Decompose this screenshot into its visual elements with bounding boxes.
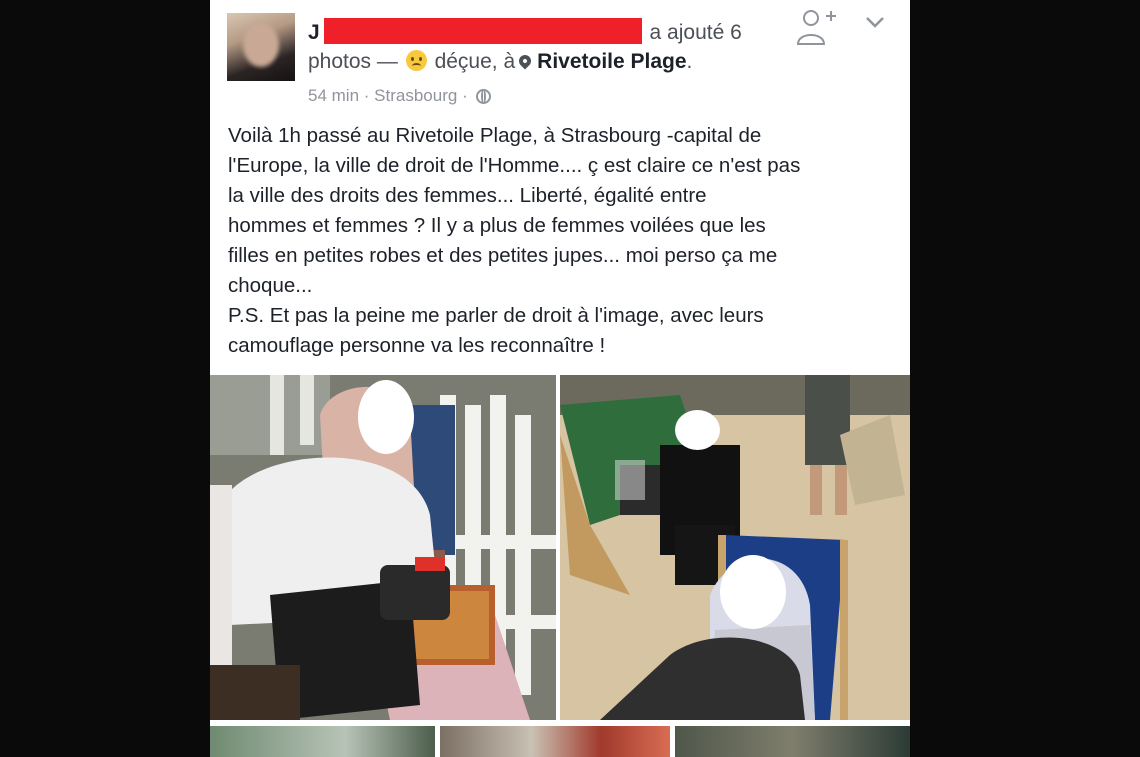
disappointed-face-icon [405,50,427,71]
face-blur [675,410,720,450]
post-action: a ajouté 6 [649,21,742,44]
post-text-line: l'Europe, la ville de droit de l'Homme..… [228,154,801,177]
post-photo-thumbnail[interactable] [440,726,670,757]
face-blur [720,555,786,629]
post-photo[interactable] [210,375,556,720]
post-photo-thumbnail[interactable] [210,726,435,757]
place-suffix: . [686,50,693,73]
post-header-line1: J a ajouté 6 [308,18,742,45]
post-text-line: filles en petites robes et des petites j… [228,244,778,267]
post-photo-thumbnail[interactable] [675,726,910,757]
avatar[interactable] [227,13,295,81]
map-pin-icon [516,52,534,70]
post-text-line: choque... [228,274,313,297]
chevron-down-icon[interactable] [862,12,888,32]
place-link[interactable]: Rivetoile Plage [537,50,686,73]
meta-separator: · [462,86,468,105]
feeling-label: déçue, à [434,50,516,73]
post-text-line: la ville des droits des femmes... Libert… [228,184,707,207]
redaction-bar [323,18,642,44]
post-text-line: Voilà 1h passé au Rivetoile Plage, à Str… [228,124,762,147]
author-name[interactable]: J [308,21,320,44]
post-time[interactable]: 54 min [308,86,359,105]
photo-scene [560,375,910,720]
post-header-line2: photos — déçue, à Rivetoile Plage. [308,50,692,74]
post-location[interactable]: Strasbourg [374,86,457,105]
globe-icon[interactable] [476,89,492,104]
blurred-face [243,23,279,67]
post-card: J a ajouté 6 photos — déçue, à Rivetoile … [210,0,910,757]
post-text-line: P.S. Et pas la peine me parler de droit … [228,304,764,327]
meta-separator: · [363,86,370,105]
post-text-line: hommes et femmes ? Il y a plus de femmes… [228,214,766,237]
post-body: Voilà 1h passé au Rivetoile Plage, à Str… [228,121,898,361]
add-friend-icon[interactable] [794,6,838,46]
post-photo[interactable] [560,375,910,720]
post-text-line: camouflage personne va les reconnaître ! [228,334,606,357]
post-action-cont: photos — [308,50,398,73]
post-meta: 54 min · Strasbourg · [308,86,492,106]
face-blur [358,380,414,454]
